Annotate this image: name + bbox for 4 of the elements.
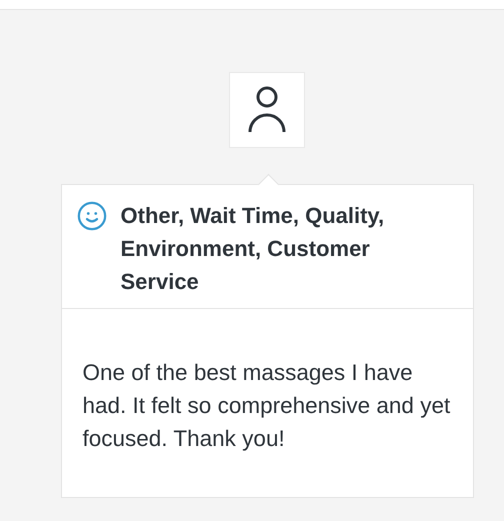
smiley-icon [76,201,106,231]
review-categories: Other, Wait Time, Quality, Environment, Customer Service [120,202,386,296]
person-icon [247,85,287,135]
review-comment: One of the best massages I have had. It felt so comprehensive and yet focused. Thank you! [82,359,452,453]
